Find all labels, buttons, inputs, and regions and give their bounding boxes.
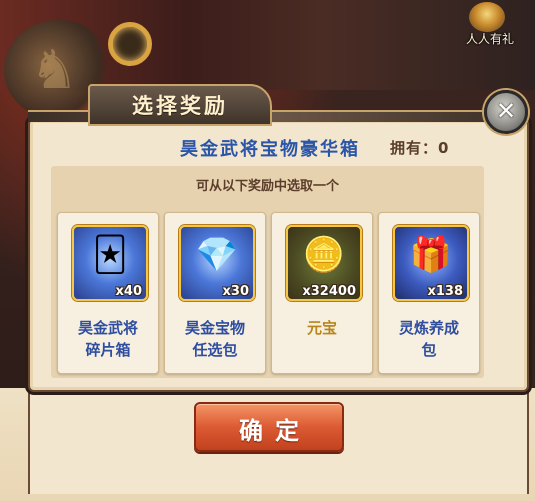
reward-name-line1: 灵炼养成 (398, 319, 459, 337)
close-button[interactable]: ✕ (484, 90, 528, 134)
treasure-chest-icon (469, 2, 505, 32)
reward-card-spirit-refine-pack[interactable]: 🎁 x138 灵炼养成 包 (378, 212, 480, 374)
reward-glyph: 💎 (195, 235, 239, 275)
reward-count: x32400 (302, 284, 356, 299)
owned-label: 拥有： (390, 139, 439, 157)
reward-count: x30 (222, 284, 249, 299)
gold-ring-icon (108, 22, 152, 66)
treasure-pack-icon: 💎 x30 (179, 225, 255, 301)
dialog-title-tab: 选择奖励 (88, 84, 272, 126)
confirm-label: 确定 (239, 417, 311, 445)
reward-glyph: 🃏 (92, 235, 128, 275)
owned-count: 拥有：0 (390, 137, 448, 158)
owned-value: 0 (438, 139, 449, 157)
reward-list: 🃏 x40 昊金武将 碎片箱 💎 x30 昊金宝物 任选包 🪙 x32400 元… (57, 212, 480, 374)
gold-ingot-icon: 🪙 x32400 (286, 225, 362, 301)
reward-glyph: 🎁 (409, 235, 453, 275)
gift-event-button[interactable]: 人人有礼 (455, 2, 525, 46)
dialog-title: 选择奖励 (132, 94, 228, 118)
reward-card-gold-ingot[interactable]: 🪙 x32400 元宝 (271, 212, 373, 374)
reward-name-line1: 昊金武将 (77, 319, 138, 337)
reward-card-general-shard-box[interactable]: 🃏 x40 昊金武将 碎片箱 (57, 212, 159, 374)
reward-count: x138 (427, 284, 463, 299)
reward-count: x40 (115, 284, 142, 299)
reward-name: 灵炼养成 包 (379, 317, 479, 361)
reward-name-line1: 元宝 (306, 319, 337, 337)
reward-name-line2: 任选包 (192, 341, 238, 359)
reward-card-treasure-pack[interactable]: 💎 x30 昊金宝物 任选包 (164, 212, 266, 374)
choose-hint: 可从以下奖励中选取一个 (195, 179, 339, 194)
general-shard-box-icon: 🃏 x40 (72, 225, 148, 301)
gift-event-label: 人人有礼 (465, 32, 514, 46)
confirm-button[interactable]: 确定 (194, 402, 344, 452)
reward-name-line1: 昊金宝物 (184, 319, 245, 337)
reward-name-line2: 碎片箱 (85, 341, 131, 359)
reward-name-line2: 包 (421, 341, 437, 359)
reward-name: 昊金宝物 任选包 (165, 317, 265, 361)
spirit-refine-pack-icon: 🎁 x138 (393, 225, 469, 301)
item-name: 昊金武将宝物豪华箱 (180, 139, 360, 160)
close-icon: ✕ (495, 97, 517, 125)
reward-glyph: 🪙 (302, 235, 346, 275)
reward-name: 元宝 (272, 317, 372, 339)
reward-name: 昊金武将 碎片箱 (58, 317, 158, 361)
